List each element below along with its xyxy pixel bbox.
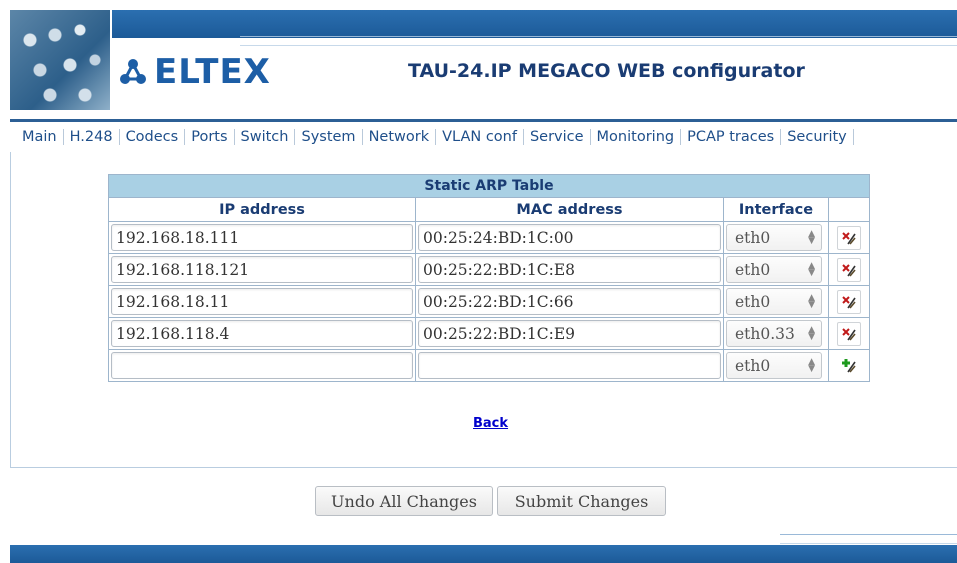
ip-address-input[interactable] xyxy=(111,256,413,283)
interface-select[interactable]: eth0 ▲ ▼ xyxy=(726,224,822,251)
column-header-action xyxy=(828,197,870,222)
menu-item-ports[interactable]: Ports xyxy=(185,129,235,145)
new-interface-select[interactable]: eth0 ▲ ▼ xyxy=(726,352,822,379)
ip-address-input[interactable] xyxy=(111,320,413,347)
undo-all-changes-button[interactable]: Undo All Changes xyxy=(315,486,493,516)
menu-item-main[interactable]: Main xyxy=(16,129,64,145)
header-bar xyxy=(10,10,957,38)
page-title: TAU-24.IP MEGACO WEB configurator xyxy=(408,60,805,82)
menu-item-network[interactable]: Network xyxy=(363,129,437,145)
main-menu: Main H.248 Codecs Ports Switch System Ne… xyxy=(16,122,854,152)
table-row: eth0.33 ▲▼ xyxy=(108,317,870,350)
table-row-new: eth0 ▲ ▼ xyxy=(108,349,870,382)
mac-address-input[interactable] xyxy=(418,256,721,283)
interface-value: eth0 xyxy=(735,292,771,311)
interface-value: eth0 xyxy=(735,356,771,375)
add-icon xyxy=(842,358,856,373)
delete-icon xyxy=(842,295,856,309)
interface-select[interactable]: eth0 ▲ ▼ xyxy=(726,256,822,283)
delete-row-button[interactable] xyxy=(837,225,861,250)
delete-icon xyxy=(842,231,856,245)
spinner-arrows-icon: ▲ ▼ xyxy=(808,356,815,374)
interface-value: eth0 xyxy=(735,260,771,279)
menu-item-monitoring[interactable]: Monitoring xyxy=(591,129,682,145)
menu-item-system[interactable]: System xyxy=(295,129,363,145)
menu-item-vlan-conf[interactable]: VLAN conf xyxy=(436,129,524,145)
static-arp-table: Static ARP Table IP address MAC address … xyxy=(108,174,870,382)
header-decor-lines xyxy=(240,36,957,46)
spinner-arrows-icon: ▲ ▼ xyxy=(808,228,815,246)
eltex-logo-icon xyxy=(120,59,146,84)
column-header-mac: MAC address xyxy=(415,197,724,222)
menu-item-switch[interactable]: Switch xyxy=(235,129,296,145)
logo-text: ELTEX xyxy=(154,52,271,92)
delete-icon xyxy=(842,263,856,277)
spinner-arrows-icon: ▲ ▼ xyxy=(808,292,815,310)
column-header-interface: Interface xyxy=(723,197,829,222)
mac-address-input[interactable] xyxy=(418,320,721,347)
new-mac-address-input[interactable] xyxy=(418,352,721,379)
mac-address-input[interactable] xyxy=(418,288,721,315)
interface-value: eth0.33 xyxy=(735,324,795,343)
ip-address-input[interactable] xyxy=(111,288,413,315)
delete-icon xyxy=(842,327,856,341)
table-row: eth0 ▲▼ xyxy=(108,285,870,318)
spinner-arrows-icon: ▲ ▼ xyxy=(808,260,815,278)
table-row: eth0 ▲▼ xyxy=(108,253,870,286)
eltex-logo: ELTEX xyxy=(118,52,271,92)
delete-row-button[interactable] xyxy=(837,257,861,282)
interface-select[interactable]: eth0 ▲ ▼ xyxy=(726,288,822,315)
spinner-arrows-icon: ▲ ▼ xyxy=(808,324,815,342)
column-header-ip: IP address xyxy=(108,197,416,222)
footer-bar xyxy=(10,545,957,563)
add-row-button[interactable] xyxy=(838,354,860,377)
submit-changes-button[interactable]: Submit Changes xyxy=(497,486,666,516)
delete-row-button[interactable] xyxy=(837,289,861,314)
delete-row-button[interactable] xyxy=(837,321,861,346)
mac-address-input[interactable] xyxy=(418,224,721,251)
menu-item-pcap-traces[interactable]: PCAP traces xyxy=(681,129,782,145)
interface-value: eth0 xyxy=(735,228,771,247)
table-row: eth0 ▲▼ xyxy=(108,221,870,254)
new-ip-address-input[interactable] xyxy=(111,352,413,379)
menu-item-codecs[interactable]: Codecs xyxy=(120,129,186,145)
menu-item-security[interactable]: Security xyxy=(781,129,854,145)
ip-address-input[interactable] xyxy=(111,224,413,251)
menu-item-service[interactable]: Service xyxy=(524,129,591,145)
menu-item-h248[interactable]: H.248 xyxy=(64,129,120,145)
interface-select[interactable]: eth0.33 ▲ ▼ xyxy=(726,320,822,347)
table-caption: Static ARP Table xyxy=(108,174,870,198)
footer-decor-lines xyxy=(780,534,957,544)
back-link[interactable]: Back xyxy=(473,416,508,431)
header-keypad-image xyxy=(10,10,112,110)
